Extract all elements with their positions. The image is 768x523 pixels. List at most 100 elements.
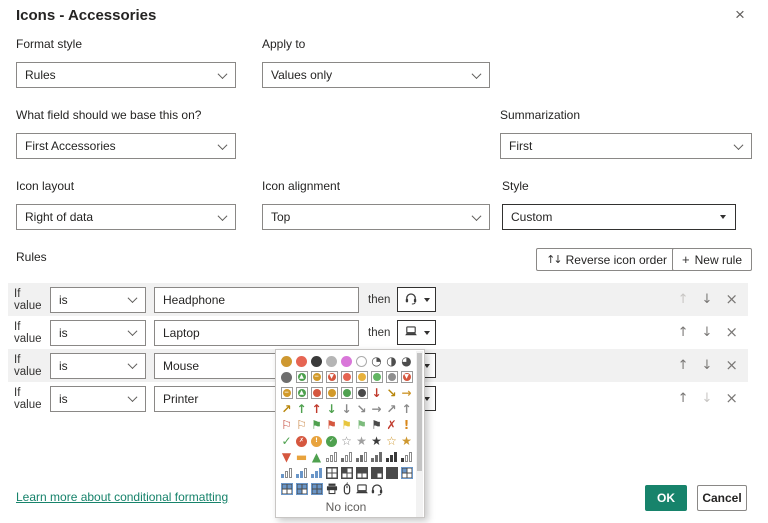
framed-gold-dash-icon[interactable]: − [309,369,324,385]
check-green-icon[interactable]: ✓ [279,433,294,449]
rule-operator-dropdown[interactable]: is [50,320,146,346]
new-rule-button[interactable]: + New rule [672,248,752,271]
circle-pink-icon[interactable] [339,353,354,369]
printer-icon[interactable] [324,481,339,497]
pie-half-icon[interactable]: ◑ [384,353,399,369]
arrow-up-right-gray-icon[interactable]: ↗ [384,401,399,417]
icon-alignment-dropdown[interactable]: Top [262,204,490,230]
signal-bars-one-blue-icon[interactable] [279,465,294,481]
star-half-gray-icon[interactable]: ★ [354,433,369,449]
reverse-icon-order-button[interactable]: ↑↓ Reverse icon order [536,248,677,271]
delete-rule-icon[interactable]: × [725,292,738,307]
base-field-dropdown[interactable]: First Accessories [16,133,236,159]
flag-yellow-icon[interactable]: ⚑ [339,417,354,433]
grid-four-blue-icon[interactable] [309,481,324,497]
arrow-up-red-icon[interactable]: ↑ [309,401,324,417]
delete-rule-icon[interactable]: × [725,325,738,340]
dash-orange-icon[interactable]: ▬ [294,449,309,465]
framed-gold-circle-icon[interactable] [354,369,369,385]
pie-quarter-icon[interactable]: ◔ [369,353,384,369]
signal-bars-empty-icon[interactable] [324,449,339,465]
headphone-icon[interactable] [369,481,384,497]
laptop-icon[interactable] [354,481,369,497]
circle-red-icon[interactable] [294,353,309,369]
signal-bars-three-blue-icon[interactable] [309,465,324,481]
grid-three-blue-icon[interactable] [294,481,309,497]
rule-operator-dropdown[interactable]: is [50,287,146,313]
arrow-down-gray-icon[interactable]: ↓ [339,401,354,417]
star-gold-icon[interactable]: ★ [399,433,414,449]
scrollbar-thumb[interactable] [417,353,422,471]
flag-red-icon[interactable]: ⚑ [324,417,339,433]
format-style-dropdown[interactable]: Rules [16,62,236,88]
close-icon[interactable]: × [730,5,750,25]
arrow-down-red-icon[interactable]: ↓ [369,385,384,401]
flag-red-outline-icon[interactable]: ⚐ [279,417,294,433]
framed-red-dot-icon[interactable] [309,385,324,401]
rule-operator-dropdown[interactable]: is [50,353,146,379]
no-icon-option[interactable]: No icon [276,500,416,514]
star-half-gold-icon[interactable]: ☆ [384,433,399,449]
signal-bars-two-icon[interactable] [354,449,369,465]
icon-layout-dropdown[interactable]: Right of data [16,204,236,230]
rule-icon-dropdown[interactable] [397,320,436,345]
arrow-down-green-icon[interactable]: ↓ [324,401,339,417]
arrow-up-right-gold-icon[interactable]: ↗ [279,401,294,417]
framed-gold-dash-alt-icon[interactable]: − [279,385,294,401]
star-black-icon[interactable]: ★ [369,433,384,449]
signal-bars-solid-icon[interactable] [384,449,399,465]
framed-green-caret-up-icon[interactable]: ▲ [294,369,309,385]
move-down-icon[interactable]: ↓ [702,392,713,405]
circle-black-icon[interactable] [309,353,324,369]
scrollbar[interactable] [416,351,423,517]
move-down-icon[interactable]: ↓ [702,359,713,372]
framed-gold-dot-icon[interactable] [324,385,339,401]
grid-one-dark-icon[interactable] [339,465,354,481]
delete-rule-icon[interactable]: × [725,391,738,406]
rule-value-input[interactable] [154,320,359,346]
move-down-icon[interactable]: ↓ [702,326,713,339]
star-outline-icon[interactable]: ☆ [339,433,354,449]
rule-icon-dropdown[interactable] [397,287,436,312]
framed-green-circle-icon[interactable] [369,369,384,385]
arrow-up-gray-icon[interactable]: ↑ [399,401,414,417]
signal-bars-two-blue-icon[interactable] [294,465,309,481]
arrow-down-right-gray-icon[interactable]: ↘ [354,401,369,417]
arrow-right-gold-icon[interactable]: → [399,385,414,401]
framed-green-caret-up-alt-icon[interactable]: ▲ [294,385,309,401]
move-up-icon[interactable]: ↑ [678,326,689,339]
delete-rule-icon[interactable]: × [725,358,738,373]
framed-red-caret-down-alt-icon[interactable]: ▼ [399,369,414,385]
move-up-icon[interactable]: ↑ [678,392,689,405]
grid-four-dark-icon[interactable] [384,465,399,481]
check-circle-green-icon[interactable]: ✓ [324,433,339,449]
framed-gray-circle-icon[interactable] [384,369,399,385]
mouse-icon[interactable] [339,481,354,497]
grid-three-dark-icon[interactable] [369,465,384,481]
triangle-down-red-icon[interactable]: ▼ [279,449,294,465]
move-up-icon[interactable]: ↑ [678,293,689,306]
framed-green-dot-icon[interactable] [339,385,354,401]
pie-three-quarter-icon[interactable]: ◕ [399,353,414,369]
grid-empty-icon[interactable] [324,465,339,481]
signal-bars-three-icon[interactable] [369,449,384,465]
flag-green-icon[interactable]: ⚑ [309,417,324,433]
arrow-down-right-gold-icon[interactable]: ↘ [384,385,399,401]
signal-bars-one-dark-icon[interactable] [399,449,414,465]
rule-value-input[interactable] [154,287,359,313]
x-red-icon[interactable]: ✗ [384,417,399,433]
move-up-icon[interactable]: ↑ [678,359,689,372]
grid-two-blue-icon[interactable] [279,481,294,497]
apply-to-dropdown[interactable]: Values only [262,62,490,88]
exclamation-orange-icon[interactable]: ! [399,417,414,433]
circle-gold-icon[interactable] [279,353,294,369]
circle-gray-icon[interactable] [324,353,339,369]
style-dropdown[interactable]: Custom [502,204,736,230]
flag-black-icon[interactable]: ⚑ [369,417,384,433]
grid-two-dark-icon[interactable] [354,465,369,481]
ok-button[interactable]: OK [645,485,687,511]
summarization-dropdown[interactable]: First [500,133,752,159]
circle-white-icon[interactable] [354,353,369,369]
x-circle-red-icon[interactable]: ✗ [294,433,309,449]
exclamation-circle-gold-icon[interactable]: ! [309,433,324,449]
